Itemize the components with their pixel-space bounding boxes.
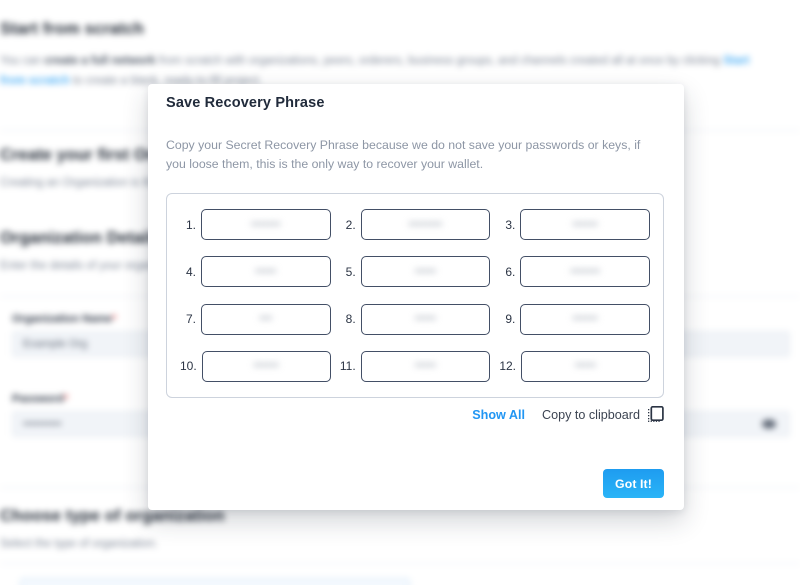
dialog-description: Copy your Secret Recovery Phrase because…: [166, 138, 641, 172]
recovery-word-text: ••••••: [572, 313, 598, 326]
copy-to-clipboard-button[interactable]: Copy to clipboard: [542, 406, 664, 423]
recovery-word-cell: 7. •••: [180, 301, 331, 338]
recovery-word-cell: 12. •••••: [499, 348, 650, 385]
recovery-word-cell: 1. •••••••: [180, 206, 331, 243]
recovery-word-box[interactable]: •••••••: [520, 256, 650, 288]
recovery-word-box[interactable]: •••: [201, 303, 331, 335]
recovery-word-number: 7.: [185, 312, 196, 327]
recovery-word-box[interactable]: •••••: [360, 256, 491, 288]
recovery-word-box[interactable]: •••••: [521, 350, 650, 382]
recovery-word-text: •••••: [574, 360, 597, 373]
recovery-word-text: ••••••: [253, 360, 279, 373]
recovery-word-text: •••••: [414, 313, 437, 326]
recovery-word-number: 5.: [345, 264, 356, 279]
recovery-word-cell: 9. ••••••: [499, 301, 650, 338]
recovery-word-text: •••: [259, 313, 273, 326]
recovery-word-cell: 11. •••••: [340, 348, 491, 385]
recovery-word-box[interactable]: ••••••: [520, 209, 650, 241]
recovery-word-box[interactable]: ••••••: [201, 350, 331, 382]
recovery-word-number: 11.: [339, 359, 356, 374]
recovery-word-number: 3.: [505, 217, 516, 232]
recovery-word-cell: 6. •••••••: [499, 253, 650, 290]
modal-layer: Save Recovery Phrase Copy your Secret Re…: [0, 0, 800, 585]
recovery-word-text: •••••: [255, 265, 277, 278]
recovery-word-box[interactable]: •••••: [201, 256, 331, 288]
recovery-phrase-grid: 1. ••••••• 2. •••••••• 3. •••••• 4. ••••• 5. ••••…: [180, 206, 650, 385]
recovery-word-box[interactable]: ••••••: [520, 303, 650, 335]
recovery-word-cell: 8. •••••: [340, 301, 491, 338]
recovery-phrase-panel: 1. ••••••• 2. •••••••• 3. •••••• 4. ••••• 5. ••••…: [166, 193, 664, 398]
save-recovery-phrase-dialog: Save Recovery Phrase Copy your Secret Re…: [148, 84, 684, 510]
recovery-word-number: 12.: [499, 359, 517, 374]
show-all-button[interactable]: Show All: [472, 408, 525, 422]
recovery-word-text: •••••••: [251, 218, 281, 231]
recovery-word-number: 10.: [180, 359, 197, 374]
recovery-word-text: •••••: [414, 360, 437, 373]
recovery-word-box[interactable]: •••••: [360, 303, 491, 335]
dialog-actions: Show All Copy to clipboard: [472, 406, 664, 423]
recovery-word-text: •••••: [414, 265, 437, 278]
recovery-word-number: 1.: [185, 217, 196, 232]
recovery-word-number: 9.: [505, 312, 516, 327]
recovery-word-cell: 2. ••••••••: [340, 206, 491, 243]
dialog-title: Save Recovery Phrase: [166, 95, 325, 111]
app-root: Start from scratch You can create a full…: [0, 0, 800, 585]
recovery-word-number: 4.: [185, 264, 196, 279]
recovery-word-text: •••••••: [570, 265, 600, 278]
recovery-word-number: 8.: [345, 312, 356, 327]
got-it-button[interactable]: Got It!: [603, 469, 664, 498]
recovery-word-cell: 3. ••••••: [499, 206, 650, 243]
recovery-word-number: 2.: [345, 217, 356, 232]
recovery-word-text: ••••••: [572, 218, 598, 231]
recovery-word-cell: 5. •••••: [340, 253, 491, 290]
recovery-word-box[interactable]: •••••••: [201, 209, 331, 241]
recovery-word-text: ••••••••: [408, 218, 443, 231]
copy-icon[interactable]: [648, 406, 664, 423]
recovery-word-cell: 10. ••••••: [180, 348, 331, 385]
recovery-word-number: 6.: [505, 264, 516, 279]
recovery-word-box[interactable]: ••••••••: [360, 209, 491, 241]
recovery-word-box[interactable]: •••••: [360, 350, 491, 382]
recovery-word-cell: 4. •••••: [180, 253, 331, 290]
copy-to-clipboard-label: Copy to clipboard: [541, 407, 640, 422]
